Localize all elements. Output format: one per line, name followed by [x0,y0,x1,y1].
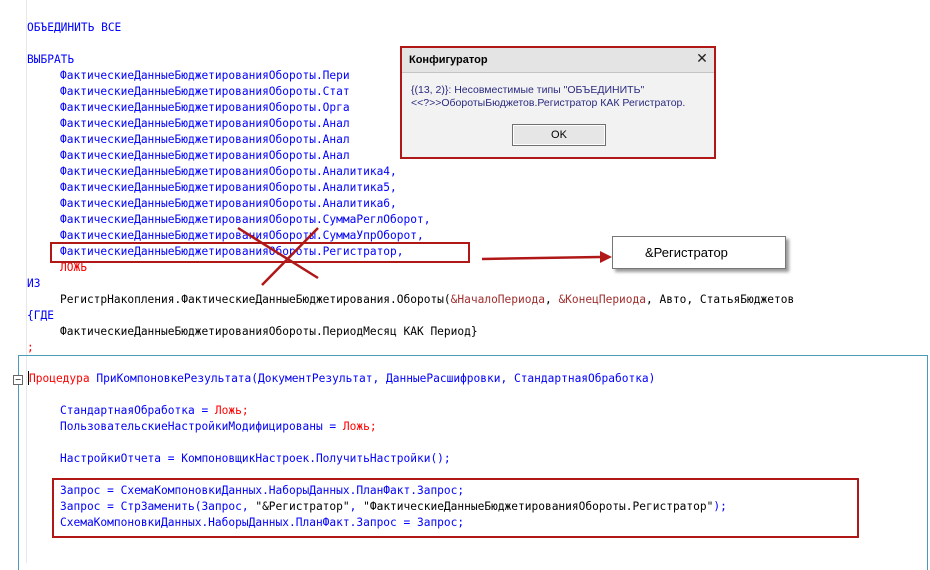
code-text: , [349,500,364,513]
semicolon: ; [369,420,377,433]
registrator-callout: &Регистратор [612,236,786,269]
collapse-icon[interactable]: − [13,375,23,385]
code-line-report-settings[interactable]: НастройкиОтчета = КомпоновщикНастроек.По… [60,451,451,467]
string-literal: "&Регистратор" [255,500,350,513]
close-icon[interactable]: ✕ [695,52,709,66]
code-text: ПользовательскиеНастройкиМодифицированы … [60,420,343,433]
dialog-message-line-1: {(13, 2)}: Несовместимые типы "ОБЪЕДИНИТ… [411,84,645,96]
code-text: Запрос = СтрЗаменить(Запрос, [60,500,256,513]
code-text: СтандартнаяОбработка = [60,404,215,417]
ok-button[interactable]: OK [512,124,606,146]
callout-text: &Регистратор [645,245,728,260]
cross-mark-icon [237,226,319,286]
semicolon: ; [241,404,249,417]
keyword-false: Ложь [214,404,242,417]
code-line-query-2[interactable]: Запрос = СтрЗаменить(Запрос, "&Регистрат… [60,499,727,515]
dialog-title: Конфигуратор [409,54,488,66]
code-line-std-processing[interactable]: СтандартнаяОбработка = Ложь; [60,403,249,419]
code-text: Запрос = СхемаКомпоновкиДанных.НаборыДан… [60,484,465,497]
string-literal: "ФактическиеДанныеБюджетированияОбороты.… [363,500,714,513]
code-line-procedure[interactable]: Процедура ПриКомпоновкеРезультата(Докуме… [29,371,655,387]
code-line-query-1[interactable]: Запрос = СхемаКомпоновкиДанных.НаборыДан… [60,483,464,499]
procedure-signature: ПриКомпоновкеРезультата(ДокументРезульта… [89,372,656,385]
code-text: ); [713,500,727,513]
dialog-message: {(13, 2)}: Несовместимые типы "ОБЪЕДИНИТ… [411,84,711,110]
keyword-false: Ложь [342,420,370,433]
arrow-right-icon [481,251,612,263]
code-line-user-settings[interactable]: ПользовательскиеНастройкиМодифицированы … [60,419,377,435]
code-text: СхемаКомпоновкиДанных.НаборыДанных.ПланФ… [60,516,465,529]
dialog-titlebar[interactable]: Конфигуратор ✕ [402,48,714,73]
dialog-message-line-2: <<?>>ОборотыБюджетов.Регистратор КАК Рег… [411,97,686,109]
code-line-query-3[interactable]: СхемаКомпоновкиДанных.НаборыДанных.ПланФ… [60,515,464,531]
keyword-procedure: Процедура [29,372,90,385]
code-text: НастройкиОтчета = КомпоновщикНастроек.По… [60,452,451,465]
configurator-error-dialog: Конфигуратор ✕ {(13, 2)}: Несовместимые … [400,46,716,159]
